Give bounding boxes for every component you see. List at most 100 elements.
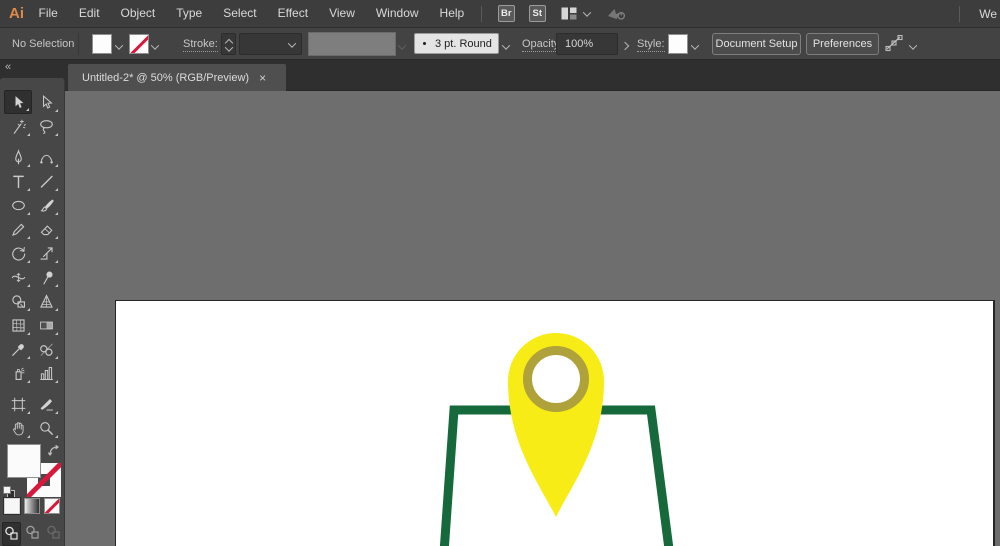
workspace-name-truncated[interactable]: We [960,7,1000,21]
tool-flyout-indicator [55,284,58,287]
curvature-tool[interactable] [32,145,60,169]
menu-window[interactable]: Window [365,0,429,27]
menu-effect[interactable]: Effect [267,0,318,27]
pencil-tool[interactable] [4,217,32,241]
gradient-tool[interactable] [32,313,60,337]
brush-dropdown-chevron-icon[interactable] [501,41,511,53]
symbol-sprayer-tool-icon [15,367,24,380]
apply-gradient-button[interactable] [24,498,40,514]
menu-help[interactable]: Help [429,0,475,27]
artboard[interactable] [115,300,995,546]
close-tab-icon[interactable]: × [259,71,266,85]
stroke-weight-stepper[interactable] [221,33,236,55]
zoom-tool[interactable] [32,416,60,440]
menu-file[interactable]: File [28,0,68,27]
ellipse-tool[interactable] [4,193,32,217]
rotate-tool-icon [11,246,25,260]
type-tool[interactable] [4,169,32,193]
transform-widget-button[interactable] [885,34,904,55]
direct-selection-tool[interactable] [32,90,60,114]
paintbrush-tool[interactable] [32,193,60,217]
draw-behind-mode[interactable] [23,522,42,546]
menu-type[interactable]: Type [166,0,213,27]
blend-tool-icon [39,343,53,356]
collapse-panels-icon[interactable]: « [5,61,11,73]
symbol-sprayer-tool[interactable] [4,361,32,385]
puppet-warp-tool[interactable] [32,265,60,289]
tool-flyout-indicator [27,308,30,311]
document-setup-button[interactable]: Document Setup [712,33,801,55]
fill-indicator[interactable] [7,444,41,478]
fill-chevron-icon[interactable] [114,41,124,53]
eraser-tool[interactable] [32,217,60,241]
tools-panel [0,78,65,546]
apply-color-button[interactable] [4,498,20,514]
drawing-modes [1,522,63,546]
pen-tool-icon [14,148,22,164]
opacity-value-field[interactable]: 100% [556,33,618,55]
canvas-pasteboard[interactable] [0,91,1000,546]
selection-tool[interactable] [4,90,32,114]
type-tool-icon [12,175,24,188]
scale-tool[interactable] [32,241,60,265]
stepper-down-icon[interactable] [224,43,234,52]
document-tab-bar: « Untitled-2* @ 50% (RGB/Preview) × [0,60,1000,91]
mesh-tool[interactable] [4,313,32,337]
column-graph-tool[interactable] [32,361,60,385]
blend-tool[interactable] [32,337,60,361]
style-swatch[interactable] [668,34,688,54]
hand-tool[interactable] [4,416,32,440]
document-tab[interactable]: Untitled-2* @ 50% (RGB/Preview) × [68,64,286,91]
swap-fill-stroke-icon[interactable] [48,445,60,457]
transform-widget-chevron-icon[interactable] [908,41,918,53]
ellipse-tool-icon [11,200,25,210]
workspace-switcher-button[interactable] [561,7,591,20]
tool-flyout-indicator [55,356,58,359]
line-segment-tool[interactable] [32,169,60,193]
stroke-color-swatch[interactable] [129,34,149,54]
stroke-weight-dropdown[interactable] [239,33,302,55]
menu-edit[interactable]: Edit [68,0,110,27]
menu-view[interactable]: View [319,0,366,27]
style-label[interactable]: Style: [637,38,665,52]
paintbrush-tool-icon [39,199,54,212]
brush-definition-button[interactable]: 3 pt. Round [414,33,499,54]
preferences-button[interactable]: Preferences [806,33,879,55]
slice-tool[interactable] [32,392,60,416]
opacity-flyout-icon[interactable] [620,40,630,52]
fill-color-swatch[interactable] [92,34,112,54]
rotate-tool[interactable] [4,241,32,265]
tool-flyout-indicator [55,435,58,438]
shape-builder-tool[interactable] [4,289,32,313]
magic-wand-tool-icon [13,119,26,134]
tool-group [4,145,60,385]
menu-object[interactable]: Object [110,0,166,27]
brush-definition-label: 3 pt. Round [435,37,492,50]
pen-tool[interactable] [4,145,32,169]
stroke-weight-label[interactable]: Stroke: [183,38,218,52]
zoom-tool-icon [39,421,53,435]
stroke-chevron-icon[interactable] [150,41,160,53]
menu-select[interactable]: Select [213,0,267,27]
draw-normal-mode[interactable] [1,522,21,546]
apply-none-button[interactable] [44,498,60,514]
lasso-tool[interactable] [32,114,60,138]
pin-ring-shape[interactable] [523,346,589,412]
stock-button[interactable]: St [528,5,546,22]
width-tool[interactable] [4,265,32,289]
tool-flyout-indicator [55,332,58,335]
bridge-button[interactable]: Br [497,5,515,22]
curvature-tool-icon [39,154,53,163]
tool-flyout-indicator [27,284,30,287]
tool-flyout-indicator [55,133,58,136]
artboard-tool[interactable] [4,392,32,416]
magic-wand-tool[interactable] [4,114,32,138]
lasso-tool-icon [39,119,53,134]
tool-flyout-indicator [55,188,58,191]
controlbar-separator [78,33,79,55]
eyedropper-tool[interactable] [4,337,32,361]
style-chevron-icon[interactable] [690,41,700,53]
perspective-grid-tool[interactable] [32,289,60,313]
workspace-layout-icon [561,7,577,20]
opacity-value: 100% [565,38,594,50]
